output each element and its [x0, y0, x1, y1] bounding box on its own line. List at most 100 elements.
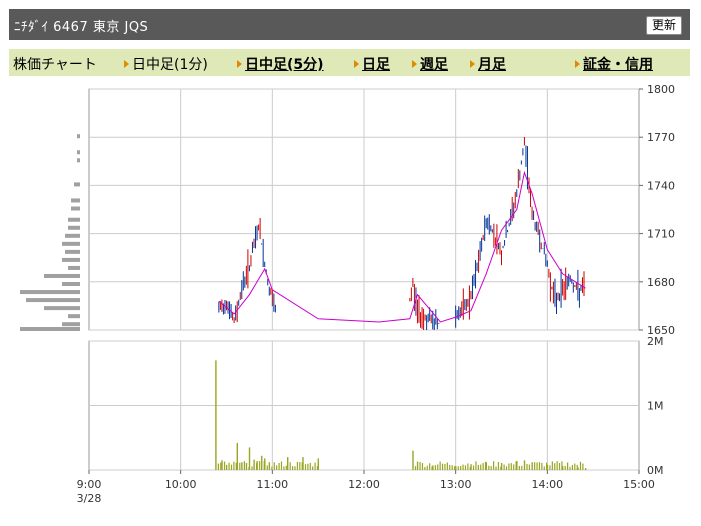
volume-bar [414, 466, 417, 470]
volume-bar [444, 463, 446, 470]
volume-bar [416, 461, 419, 470]
price-tick-label: 1740 [647, 179, 675, 192]
volume-bar [278, 463, 280, 470]
volume-bar [488, 465, 490, 470]
volume-bar [307, 463, 309, 470]
x-tick-label: 14:00 [531, 478, 563, 491]
volume-profile-bar [71, 206, 80, 211]
volume-bar [301, 462, 303, 470]
price-tick-label: 1680 [647, 276, 675, 289]
volume-profile-bar [20, 327, 80, 331]
volume-bar [584, 468, 587, 470]
price-tick-label: 1770 [647, 131, 675, 144]
volume-bar [554, 463, 556, 470]
volume-bar [285, 465, 287, 470]
volume-bar [217, 463, 220, 470]
volume-bar [475, 461, 477, 470]
volume-bar [251, 466, 253, 470]
volume-bar [482, 463, 484, 470]
volume-tick-label: 1M [647, 400, 664, 413]
volume-bar [266, 465, 268, 470]
volume-bar [567, 462, 569, 470]
volume-bar [215, 360, 217, 470]
volume-bar [571, 464, 574, 470]
volume-bar [484, 461, 487, 470]
volume-bar [296, 461, 299, 470]
volume-profile-bar [68, 217, 80, 222]
volume-bar [536, 462, 538, 470]
volume-bar [424, 466, 426, 470]
volume-profile-bar [68, 265, 80, 270]
volume-bar [239, 462, 241, 470]
volume-bar [223, 461, 226, 470]
volume-bar [513, 464, 515, 470]
volume-bar [574, 463, 576, 470]
volume-profile-bar [62, 322, 80, 327]
volume-profile-bar [44, 306, 80, 311]
x-tick-label: 10:00 [165, 478, 197, 491]
volume-bar [538, 462, 541, 470]
volume-bar [534, 462, 536, 470]
volume-bar [460, 465, 462, 470]
volume-bar [495, 466, 497, 470]
volume-profile-bar [65, 233, 80, 238]
volume-bar [283, 466, 285, 470]
volume-bar [253, 459, 255, 470]
volume-tick-label: 0M [647, 464, 664, 477]
volume-bar [582, 463, 584, 470]
x-tick-label: 9:00 [77, 478, 102, 491]
volume-profile-bar [26, 298, 80, 303]
volume-bar [263, 461, 265, 470]
volume-bar [467, 463, 469, 470]
volume-bar [235, 462, 237, 470]
volume-bar [276, 465, 278, 470]
volume-bar [451, 465, 453, 470]
volume-bar [564, 465, 566, 470]
volume-bar [455, 466, 457, 470]
volume-profile-bar [62, 257, 80, 262]
volume-bar [299, 462, 301, 470]
volume-grid [88, 340, 640, 471]
volume-bar [464, 465, 467, 470]
volume-profile-bar [68, 225, 80, 230]
volume-bar [497, 462, 500, 470]
volume-bar [510, 463, 512, 470]
volume-bar [256, 463, 258, 470]
volume-profile-bar [77, 150, 80, 155]
volume-bar [292, 466, 294, 470]
volume-bar [243, 461, 245, 470]
volume-bar [316, 466, 319, 470]
volume-bar [245, 462, 248, 470]
volume-bar [287, 457, 289, 470]
volume-bar [558, 462, 561, 470]
volume-bar [576, 464, 578, 470]
volume-bar [441, 463, 444, 470]
volume-bar [561, 461, 563, 470]
volume-profile-bar [44, 273, 80, 278]
volume-bar [289, 462, 291, 470]
volume-bar [271, 466, 273, 470]
volume-bar [505, 466, 508, 470]
volume-bar [518, 465, 520, 470]
volume-bar [457, 466, 459, 470]
volume-bar [515, 461, 517, 470]
volume-bar [439, 461, 441, 470]
volume-profile-bar [20, 290, 80, 295]
volume-profile-bar [77, 134, 80, 139]
volume-bar [503, 464, 505, 470]
volume-bar [546, 462, 548, 470]
volume-bar [230, 464, 233, 470]
volume-profile-bar [77, 158, 80, 163]
volume-bar [528, 464, 531, 470]
price-tick-label: 1800 [647, 83, 675, 96]
volume-profile [20, 134, 80, 331]
volume-bar [304, 464, 307, 470]
volume-bar [531, 462, 533, 470]
volume-bar [261, 455, 263, 470]
volume-bar [469, 466, 471, 470]
volume-bar [426, 465, 428, 470]
volume-bar [259, 461, 261, 470]
volume-bar [220, 462, 222, 470]
volume-bar [431, 466, 433, 470]
volume-bar [228, 462, 230, 470]
